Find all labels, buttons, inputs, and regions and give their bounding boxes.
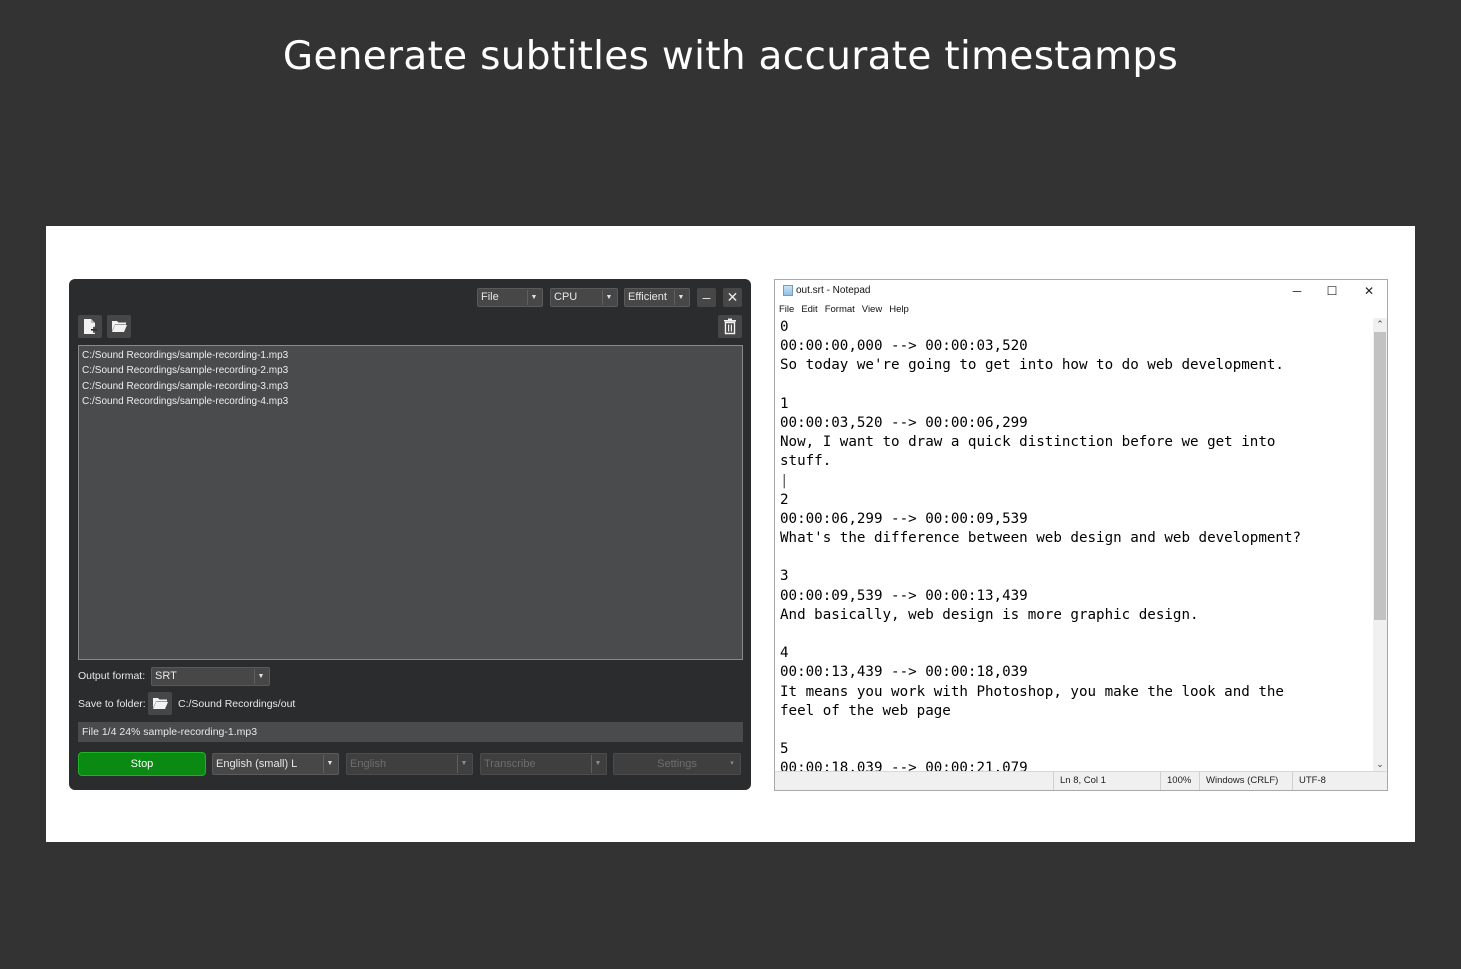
add-file-icon: [84, 319, 97, 334]
chevron-down-icon: ▼: [527, 290, 540, 305]
source-dropdown-value: File: [481, 291, 499, 303]
menu-help[interactable]: Help: [889, 304, 909, 315]
text-line: [780, 625, 1372, 644]
notepad-title: out.srt - Notepad: [796, 285, 871, 296]
text-line: And basically, web design is more graphi…: [780, 606, 1199, 623]
settings-button-label: Settings: [657, 758, 697, 770]
vertical-scrollbar[interactable]: ⌃ ⌄: [1373, 318, 1387, 771]
quality-dropdown-value: Efficient: [628, 291, 667, 303]
chevron-down-icon: ▼: [323, 755, 336, 773]
text-line: [780, 721, 1372, 740]
chevron-down-icon: ▼: [674, 290, 687, 305]
source-dropdown[interactable]: File ▼: [477, 288, 543, 307]
task-dropdown-value: Transcribe: [484, 758, 536, 770]
text-line: 4: [780, 645, 789, 662]
text-line: 1: [780, 395, 789, 412]
text-line: feel of the web page: [780, 702, 951, 719]
text-line: 00:00:09,539 --> 00:00:13,439: [780, 587, 1028, 604]
notepad-menubar: File Edit Format View Help: [779, 304, 916, 315]
text-line: 0: [780, 319, 789, 335]
quality-dropdown[interactable]: Efficient ▼: [624, 288, 690, 307]
model-dropdown[interactable]: English (small) L ▼: [212, 753, 339, 775]
minimize-button[interactable]: ─: [1282, 282, 1312, 300]
text-line: It means you work with Photoshop, you ma…: [780, 683, 1284, 700]
status-bar: File 1/4 24% sample-recording-1.mp3: [78, 722, 743, 742]
text-line: [780, 376, 1372, 395]
text-line: So today we're going to get into how to …: [780, 357, 1284, 374]
trash-icon: [724, 318, 736, 335]
chevron-down-icon: ▾: [730, 760, 734, 767]
task-dropdown[interactable]: Transcribe ▼: [480, 753, 607, 775]
clear-list-button[interactable]: [718, 315, 742, 338]
text-line: What's the difference between web design…: [780, 530, 1302, 547]
scroll-down-icon[interactable]: ⌄: [1373, 758, 1387, 771]
list-item[interactable]: C:/Sound Recordings/sample-recording-3.m…: [82, 379, 742, 394]
menu-file[interactable]: File: [779, 304, 794, 315]
stop-button[interactable]: Stop: [78, 752, 206, 776]
text-line: 00:00:00,000 --> 00:00:03,520: [780, 338, 1028, 355]
folder-icon: [112, 321, 127, 332]
device-dropdown[interactable]: CPU ▼: [550, 288, 618, 307]
list-item[interactable]: C:/Sound Recordings/sample-recording-2.m…: [82, 363, 742, 378]
text-line: 3: [780, 568, 789, 585]
text-line: 00:00:18,039 --> 00:00:21,079: [780, 760, 1028, 771]
notepad-icon: [783, 285, 793, 296]
output-format-value: SRT: [155, 670, 177, 682]
text-line: 00:00:03,520 --> 00:00:06,299: [780, 414, 1028, 431]
settings-button[interactable]: Settings ▾: [613, 753, 741, 775]
output-format-label: Output format:: [78, 670, 146, 682]
add-file-button[interactable]: [78, 315, 102, 338]
text-cursor-line: |: [780, 472, 789, 489]
encoding: UTF-8: [1292, 772, 1379, 790]
notepad-text-area[interactable]: 0 00:00:00,000 --> 00:00:03,520 So today…: [780, 318, 1372, 771]
chevron-down-icon: ▼: [254, 669, 267, 684]
text-line: Now, I want to draw a quick distinction …: [780, 434, 1276, 451]
save-folder-path: C:/Sound Recordings/out: [178, 698, 296, 710]
close-button[interactable]: ✕: [723, 288, 742, 307]
text-line: 2: [780, 491, 789, 508]
list-item[interactable]: C:/Sound Recordings/sample-recording-1.m…: [82, 348, 742, 363]
headline: Generate subtitles with accurate timesta…: [282, 34, 1179, 79]
language-dropdown-value: English: [350, 758, 387, 770]
folder-icon: [153, 698, 168, 709]
line-endings: Windows (CRLF): [1199, 772, 1292, 790]
text-line: 00:00:06,299 --> 00:00:09,539: [780, 510, 1028, 527]
output-format-dropdown[interactable]: SRT ▼: [151, 667, 270, 686]
device-dropdown-value: CPU: [554, 291, 578, 303]
model-dropdown-value: English (small) L: [216, 758, 298, 770]
scroll-up-icon[interactable]: ⌃: [1373, 318, 1387, 331]
menu-format[interactable]: Format: [825, 304, 855, 315]
add-folder-button[interactable]: [107, 315, 131, 338]
save-folder-label: Save to folder:: [78, 698, 146, 710]
maximize-button[interactable]: ☐: [1317, 282, 1347, 300]
notepad-statusbar: Ln 8, Col 1 100% Windows (CRLF) UTF-8: [775, 771, 1387, 790]
language-dropdown[interactable]: English ▼: [346, 753, 473, 775]
file-list[interactable]: C:/Sound Recordings/sample-recording-1.m…: [78, 345, 743, 660]
chevron-down-icon: ▼: [591, 755, 604, 773]
chevron-down-icon: ▼: [602, 290, 615, 305]
subtitle-app-window: File ▼ CPU ▼ Efficient ▼ – ✕ C:/Sound Re…: [69, 279, 751, 790]
scrollbar-thumb[interactable]: [1374, 332, 1386, 620]
menu-edit[interactable]: Edit: [801, 304, 817, 315]
list-item[interactable]: C:/Sound Recordings/sample-recording-4.m…: [82, 394, 742, 409]
zoom-level: 100%: [1160, 772, 1199, 790]
close-button[interactable]: ✕: [1354, 282, 1384, 300]
text-line: 00:00:13,439 --> 00:00:18,039: [780, 664, 1028, 681]
cursor-position: Ln 8, Col 1: [1053, 772, 1160, 790]
text-line: [780, 548, 1372, 567]
text-line: stuff.: [780, 453, 832, 470]
text-line: 5: [780, 741, 789, 758]
minimize-button[interactable]: –: [697, 288, 716, 307]
notepad-window: out.srt - Notepad ─ ☐ ✕ File Edit Format Vi…: [774, 279, 1388, 791]
choose-folder-button[interactable]: [148, 692, 172, 715]
chevron-down-icon: ▼: [457, 755, 470, 773]
menu-view[interactable]: View: [862, 304, 882, 315]
